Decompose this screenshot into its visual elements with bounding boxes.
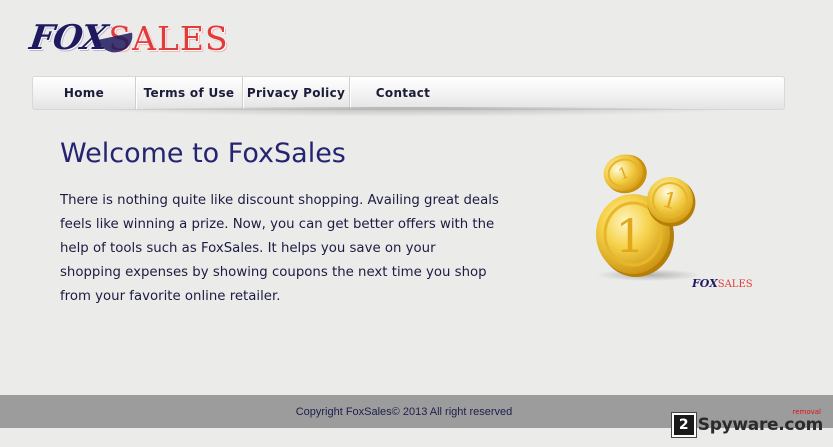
logo-fox-text: FOX — [27, 18, 110, 58]
intro-paragraph: There is nothing quite like discount sho… — [60, 193, 499, 304]
nav-home[interactable]: Home — [33, 77, 136, 109]
nav-terms-of-use[interactable]: Terms of Use — [136, 77, 243, 109]
nav-shadow — [60, 107, 760, 117]
main-navigation: Home Terms of Use Privacy Policy Contact — [32, 76, 785, 110]
page-title: Welcome to FoxSales — [60, 138, 346, 169]
spyware-watermark: 2 Spyware.com removal — [671, 408, 824, 438]
nav-contact[interactable]: Contact — [350, 77, 456, 109]
copyright-text: Copyright FoxSales© 2013 All right reser… — [295, 405, 513, 418]
watermark-tag: removal — [792, 408, 821, 416]
watermark-text: Spyware.com — [697, 415, 824, 435]
gold-coins-icon: 1 1 1 — [596, 154, 700, 281]
illustration-logo: FOX SALES — [692, 277, 753, 290]
svg-text:1: 1 — [615, 209, 644, 263]
foxsales-logo[interactable]: FOX SALES — [27, 14, 229, 58]
caption-fox-text: FOX — [692, 277, 718, 290]
nav-privacy-policy[interactable]: Privacy Policy — [243, 77, 350, 109]
caption-sales-text: SALES — [717, 279, 753, 290]
watermark-badge: 2 — [671, 413, 696, 437]
